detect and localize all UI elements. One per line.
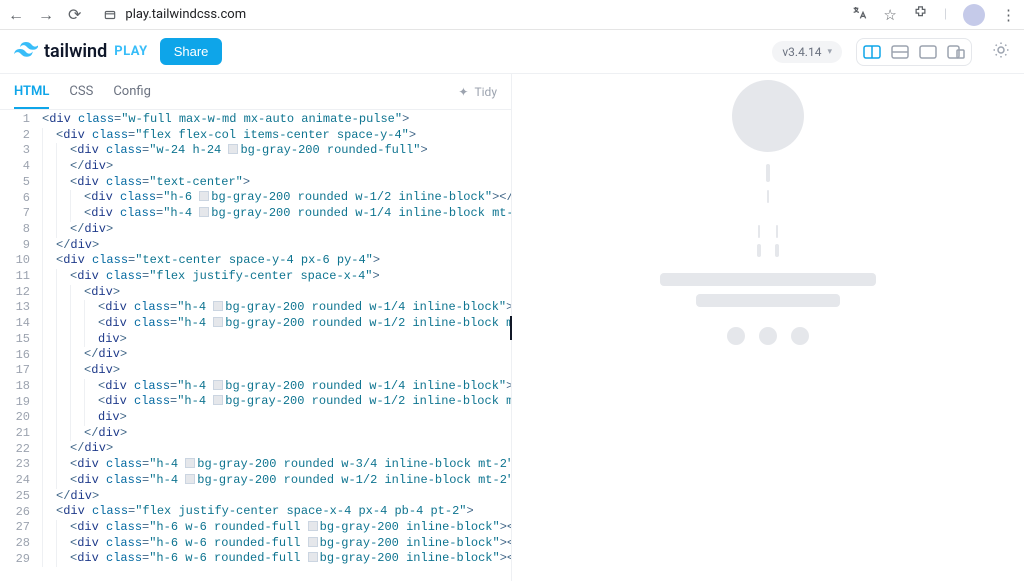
version-selector[interactable]: v3.4.14 ▾: [772, 41, 842, 63]
skeleton-avatar: [732, 80, 804, 152]
layout-responsive[interactable]: [944, 42, 968, 62]
skeleton-text-line: [660, 273, 876, 286]
layout-preview-only[interactable]: [916, 42, 940, 62]
editor-pane: HTML CSS Config ✦ Tidy 12345678910111213…: [0, 74, 512, 581]
chevron-down-icon: ▾: [827, 47, 832, 57]
skeleton-stat-value: [757, 244, 761, 257]
share-button[interactable]: Share: [160, 38, 223, 65]
preview-pane: [512, 74, 1024, 581]
url-bar[interactable]: play.tailwindcss.com: [103, 7, 246, 22]
site-settings-icon: [103, 8, 117, 22]
forward-button[interactable]: →: [38, 7, 54, 23]
back-button[interactable]: ←: [8, 7, 24, 23]
tab-html[interactable]: HTML: [14, 76, 49, 109]
logo-text: tailwind: [44, 41, 107, 62]
skeleton-subtitle: [767, 190, 769, 203]
skeleton-dot: [727, 327, 745, 345]
url-text: play.tailwindcss.com: [125, 7, 246, 22]
browser-toolbar: ← → ⟳ play.tailwindcss.com ☆ | ⋮: [0, 0, 1024, 30]
menu-icon[interactable]: ⋮: [1001, 6, 1016, 24]
skeleton-text-line: [696, 294, 840, 307]
layout-toggles: [856, 38, 972, 66]
line-number-gutter: 1234567891011121314151617181920212223242…: [0, 110, 40, 581]
tidy-button[interactable]: ✦ Tidy: [458, 85, 497, 99]
skeleton-title: [766, 164, 770, 182]
header-right: v3.4.14 ▾: [772, 38, 1010, 66]
layout-split-vertical[interactable]: [860, 42, 884, 62]
code-content[interactable]: <div class="w-full max-w-md mx-auto anim…: [40, 110, 511, 581]
translate-icon[interactable]: [851, 5, 867, 25]
code-editor[interactable]: 1234567891011121314151617181920212223242…: [0, 110, 511, 581]
logo-play-text: PLAY: [114, 44, 147, 59]
editor-tabs: HTML CSS Config ✦ Tidy: [0, 74, 511, 110]
app-header: tailwind PLAY Share v3.4.14 ▾: [0, 30, 1024, 74]
layout-split-horizontal[interactable]: [888, 42, 912, 62]
pane-resize-handle[interactable]: [510, 316, 512, 340]
tab-config[interactable]: Config: [113, 76, 151, 107]
skeleton-stat-label: [758, 225, 760, 238]
star-icon[interactable]: ☆: [883, 6, 896, 24]
skeleton-dot: [759, 327, 777, 345]
tab-css[interactable]: CSS: [69, 76, 93, 107]
sparkle-icon: ✦: [458, 85, 468, 99]
reload-button[interactable]: ⟳: [68, 7, 81, 23]
skeleton-stat-value: [775, 244, 779, 257]
skeleton-dot: [791, 327, 809, 345]
profile-avatar[interactable]: [963, 4, 985, 26]
browser-actions: ☆ | ⋮: [851, 4, 1016, 26]
nav-buttons: ← → ⟳: [8, 7, 81, 23]
logo-icon: [14, 41, 38, 62]
extensions-icon[interactable]: [913, 5, 928, 24]
workspace: HTML CSS Config ✦ Tidy 12345678910111213…: [0, 74, 1024, 581]
version-label: v3.4.14: [782, 45, 821, 59]
theme-toggle-icon[interactable]: [992, 41, 1010, 63]
logo[interactable]: tailwind PLAY: [14, 41, 148, 62]
skeleton-stat-label: [776, 225, 778, 238]
skeleton-social-dots: [727, 327, 809, 345]
